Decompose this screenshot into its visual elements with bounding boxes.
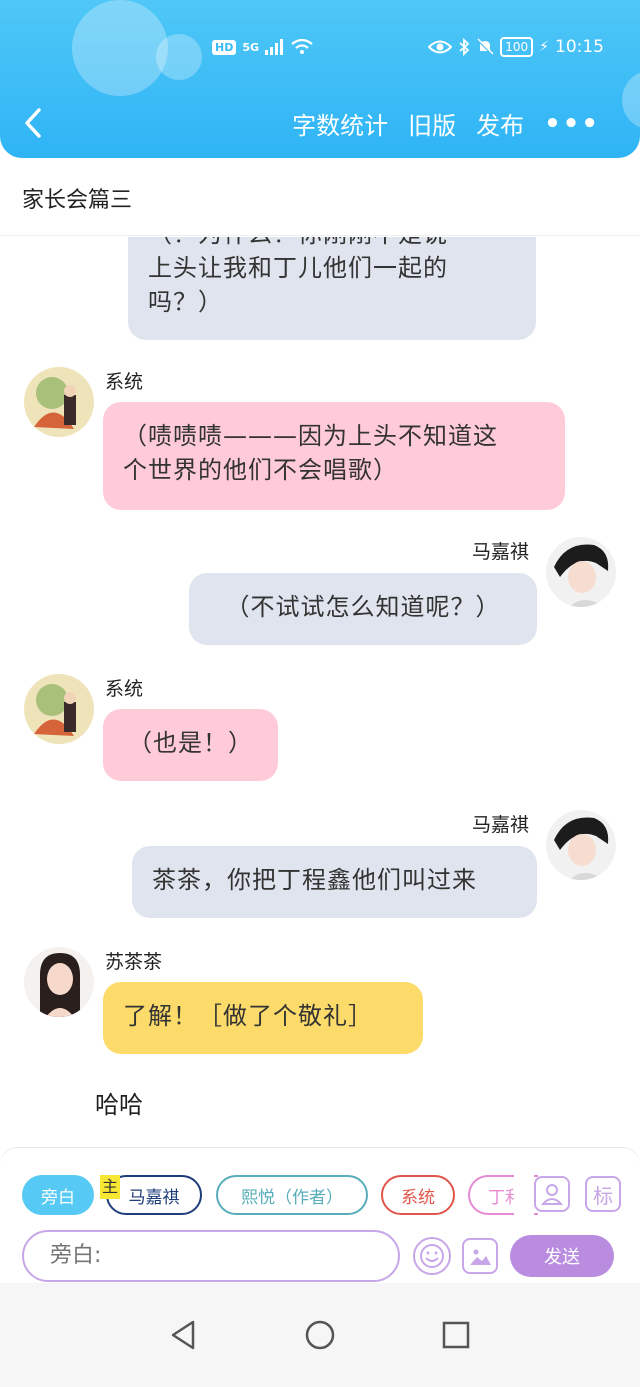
- story-title[interactable]: 家长会篇三: [22, 182, 132, 214]
- image-icon: [470, 1249, 491, 1265]
- role-chip-narration[interactable]: 旁白: [22, 1175, 94, 1215]
- bubble-text-line: 上头让我和丁儿他们一起的: [148, 254, 448, 282]
- back-button[interactable]: [22, 106, 52, 142]
- bubble-text-line: 了解！［做了个敬礼］: [123, 1002, 373, 1030]
- more-button[interactable]: •••: [544, 109, 600, 139]
- speaker-name: 系统: [105, 371, 144, 393]
- charging-icon: ⚡: [539, 39, 549, 55]
- eye-icon: [428, 40, 453, 54]
- main-role-tag: 主: [100, 1175, 120, 1199]
- message-input[interactable]: [50, 1243, 370, 1268]
- smiley-icon: [420, 1244, 444, 1268]
- system-nav-bar: [0, 1283, 640, 1387]
- network-label: 5G: [242, 40, 260, 54]
- old-version-button[interactable]: 旧版: [408, 106, 456, 141]
- speaker-name: 马嘉祺: [472, 814, 530, 836]
- decor-bubble: [622, 70, 640, 130]
- image-button[interactable]: [462, 1238, 498, 1274]
- speaker-name: 苏茶茶: [105, 951, 163, 973]
- narration-text[interactable]: 哈哈: [95, 1085, 143, 1120]
- system-avatar-image: [24, 674, 94, 744]
- story-title-bar: 家长会篇三: [0, 158, 640, 236]
- role-chip-author[interactable]: 熙悦（作者）: [216, 1175, 368, 1215]
- role-chip-system[interactable]: 系统: [381, 1175, 455, 1215]
- speaker-name: 马嘉祺: [472, 541, 530, 563]
- chat-bubble[interactable]: （也是！）: [103, 709, 278, 781]
- ma-jiaqi-avatar-image: [546, 810, 616, 880]
- send-button[interactable]: 发送: [510, 1235, 614, 1277]
- role-chip-ma-jiaqi[interactable]: 马嘉祺: [106, 1175, 202, 1215]
- decor-bubble: [72, 0, 168, 96]
- speaker-name: 系统: [105, 678, 144, 700]
- chat-area[interactable]: （？为什么？你刚刚不是说 上头让我和丁儿他们一起的 吗？） 系统 （啧啧啧———…: [0, 237, 640, 1145]
- avatar-system[interactable]: [24, 367, 94, 437]
- avatar-ma-jiaqi[interactable]: [546, 537, 616, 607]
- wifi-icon: [291, 39, 313, 54]
- signal-icon: [265, 39, 284, 55]
- back-arrow-icon: [25, 108, 41, 138]
- role-manage-button[interactable]: [534, 1176, 570, 1212]
- clock: 10:15: [555, 37, 604, 57]
- nav-back-icon[interactable]: [167, 1318, 201, 1352]
- bubble-text-line: （也是！）: [128, 729, 253, 757]
- bubble-text-line: 吗？）: [148, 288, 223, 316]
- avatar-system[interactable]: [24, 674, 94, 744]
- mute-bell-icon: [477, 38, 494, 55]
- app-header: HD 5G 100 ⚡ 10:15 字数统计 旧版 发布 •••: [0, 0, 640, 158]
- mark-button[interactable]: 标: [585, 1176, 621, 1212]
- chat-bubble[interactable]: 茶茶，你把丁程鑫他们叫过来: [132, 846, 537, 918]
- chat-bubble[interactable]: （不试试怎么知道呢？）: [189, 573, 537, 645]
- bubble-text-line: （啧啧啧———因为上头不知道这: [123, 422, 498, 450]
- message-input-box[interactable]: [22, 1230, 400, 1282]
- decor-bubble: [156, 34, 202, 80]
- status-bar-left: HD 5G: [212, 34, 313, 60]
- chat-bubble[interactable]: 了解！［做了个敬礼］: [103, 982, 423, 1054]
- system-avatar-image: [24, 367, 94, 437]
- chat-bubble[interactable]: （啧啧啧———因为上头不知道这 个世界的他们不会唱歌）: [103, 402, 565, 510]
- nav-recents-icon[interactable]: [439, 1318, 473, 1352]
- avatar-su-chacha[interactable]: [24, 947, 94, 1017]
- chat-bubble[interactable]: （？为什么？你刚刚不是说 上头让我和丁儿他们一起的 吗？）: [128, 237, 536, 340]
- hd-badge: HD: [212, 39, 237, 55]
- publish-button[interactable]: 发布: [476, 106, 524, 141]
- status-bar-right: 100 ⚡ 10:15: [428, 34, 604, 60]
- bubble-text-line: （不试试怎么知道呢？）: [225, 593, 501, 621]
- person-icon: [541, 1184, 563, 1205]
- bubble-text-line: 个世界的他们不会唱歌）: [123, 456, 398, 484]
- battery-indicator: 100: [500, 37, 534, 57]
- emoji-button[interactable]: [413, 1237, 451, 1275]
- composer-panel: 旁白 主 马嘉祺 熙悦（作者） 系统 丁利 标 发送: [0, 1147, 640, 1283]
- ma-jiaqi-avatar-image: [546, 537, 616, 607]
- chip-scroll-fade: [514, 1170, 534, 1220]
- bubble-text-line: （？为什么？你刚刚不是说: [148, 237, 516, 251]
- header-actions: 字数统计 旧版 发布 •••: [292, 106, 600, 141]
- avatar-ma-jiaqi[interactable]: [546, 810, 616, 880]
- bubble-text-line: 茶茶，你把丁程鑫他们叫过来: [152, 866, 477, 894]
- word-count-button[interactable]: 字数统计: [292, 106, 388, 141]
- screen: HD 5G 100 ⚡ 10:15 字数统计 旧版 发布 ••• 家长会篇三 上…: [0, 0, 640, 1387]
- bluetooth-icon: [459, 38, 470, 56]
- nav-home-icon[interactable]: [303, 1318, 337, 1352]
- su-chacha-avatar-image: [24, 947, 94, 1017]
